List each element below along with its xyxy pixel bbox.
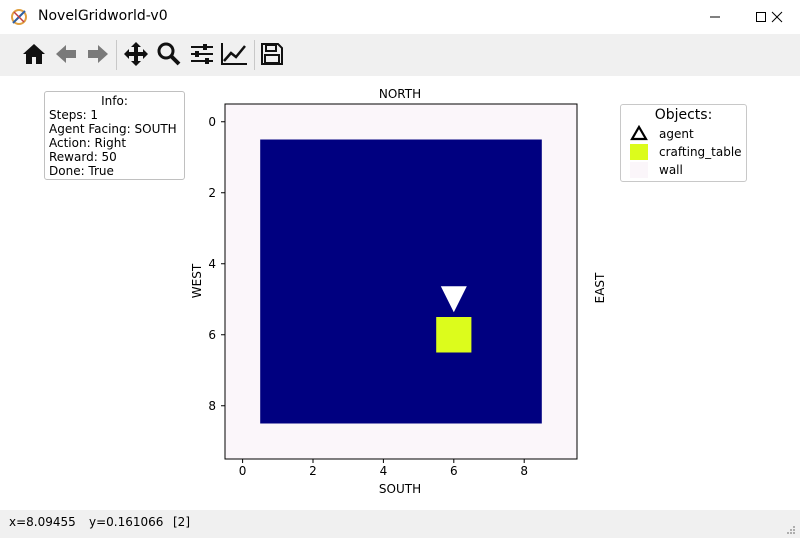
floppy-disk-icon bbox=[261, 43, 283, 65]
arrow-right-icon bbox=[88, 45, 108, 63]
status-bar: x=8.09455 y=0.161066 [2] bbox=[0, 510, 800, 538]
y-tick-label: 8 bbox=[208, 399, 216, 413]
figure-canvas[interactable]: Info: Steps: 1 Agent Facing: SOUTH Actio… bbox=[0, 76, 800, 510]
legend-item-agent: agent bbox=[659, 127, 694, 141]
home-button[interactable] bbox=[20, 40, 48, 68]
arrow-left-icon bbox=[56, 45, 76, 63]
status-x: x=8.09455 bbox=[9, 515, 76, 529]
save-button[interactable] bbox=[258, 40, 286, 68]
minimize-icon bbox=[710, 16, 720, 17]
close-button[interactable] bbox=[754, 0, 800, 33]
north-label: NORTH bbox=[379, 87, 421, 101]
close-icon bbox=[771, 11, 783, 22]
crafting-table-cell bbox=[436, 317, 472, 353]
minimize-button[interactable] bbox=[692, 0, 738, 33]
y-tick-label: 6 bbox=[208, 328, 216, 342]
pan-button[interactable] bbox=[122, 40, 150, 68]
legend-title: Objects: bbox=[654, 107, 713, 123]
edit-axis-button[interactable] bbox=[220, 40, 248, 68]
magnifier-icon bbox=[157, 42, 181, 66]
line-chart-icon bbox=[221, 43, 247, 65]
x-tick-label: 4 bbox=[380, 464, 388, 478]
toolbar-separator bbox=[254, 40, 255, 70]
resize-grip-icon[interactable] bbox=[786, 525, 796, 535]
window-title: NovelGridworld-v0 bbox=[38, 8, 168, 24]
status-y: y=0.161066 bbox=[89, 515, 164, 529]
legend-item-crafting-table: crafting_table bbox=[659, 145, 742, 159]
x-tick-label: 0 bbox=[239, 464, 247, 478]
x-tick-label: 2 bbox=[309, 464, 317, 478]
forward-button[interactable] bbox=[84, 40, 112, 68]
wall-swatch bbox=[630, 162, 648, 178]
back-button[interactable] bbox=[52, 40, 80, 68]
x-tick-label: 8 bbox=[520, 464, 528, 478]
legend-item-wall: wall bbox=[659, 163, 683, 177]
matplotlib-window: NovelGridworld-v0 Info: Steps: 1 Agent F… bbox=[0, 0, 800, 538]
title-bar: NovelGridworld-v0 bbox=[0, 0, 800, 33]
east-label: EAST bbox=[593, 272, 607, 303]
move-icon bbox=[124, 42, 148, 66]
sliders-icon bbox=[191, 44, 213, 64]
x-tick-label: 6 bbox=[450, 464, 458, 478]
agent-marker-icon bbox=[630, 125, 648, 141]
y-tick-label: 2 bbox=[208, 186, 216, 200]
configure-subplots-button[interactable] bbox=[188, 40, 216, 68]
home-icon bbox=[23, 44, 45, 64]
toolbar-separator bbox=[116, 40, 117, 70]
app-icon bbox=[11, 9, 27, 25]
plot-axes: 0 2 4 6 8 0 2 4 6 8 bbox=[208, 103, 578, 478]
status-extra: [2] bbox=[173, 515, 190, 529]
zoom-button[interactable] bbox=[155, 40, 183, 68]
legend: Objects: agent crafting_table wall bbox=[620, 104, 747, 182]
floor-area bbox=[260, 139, 542, 424]
y-tick-label: 0 bbox=[208, 115, 216, 129]
crafting-table-swatch bbox=[630, 144, 648, 160]
y-tick-label: 4 bbox=[208, 257, 216, 271]
toolbar bbox=[0, 34, 800, 76]
west-label: WEST bbox=[190, 263, 204, 298]
south-label: SOUTH bbox=[379, 482, 421, 496]
